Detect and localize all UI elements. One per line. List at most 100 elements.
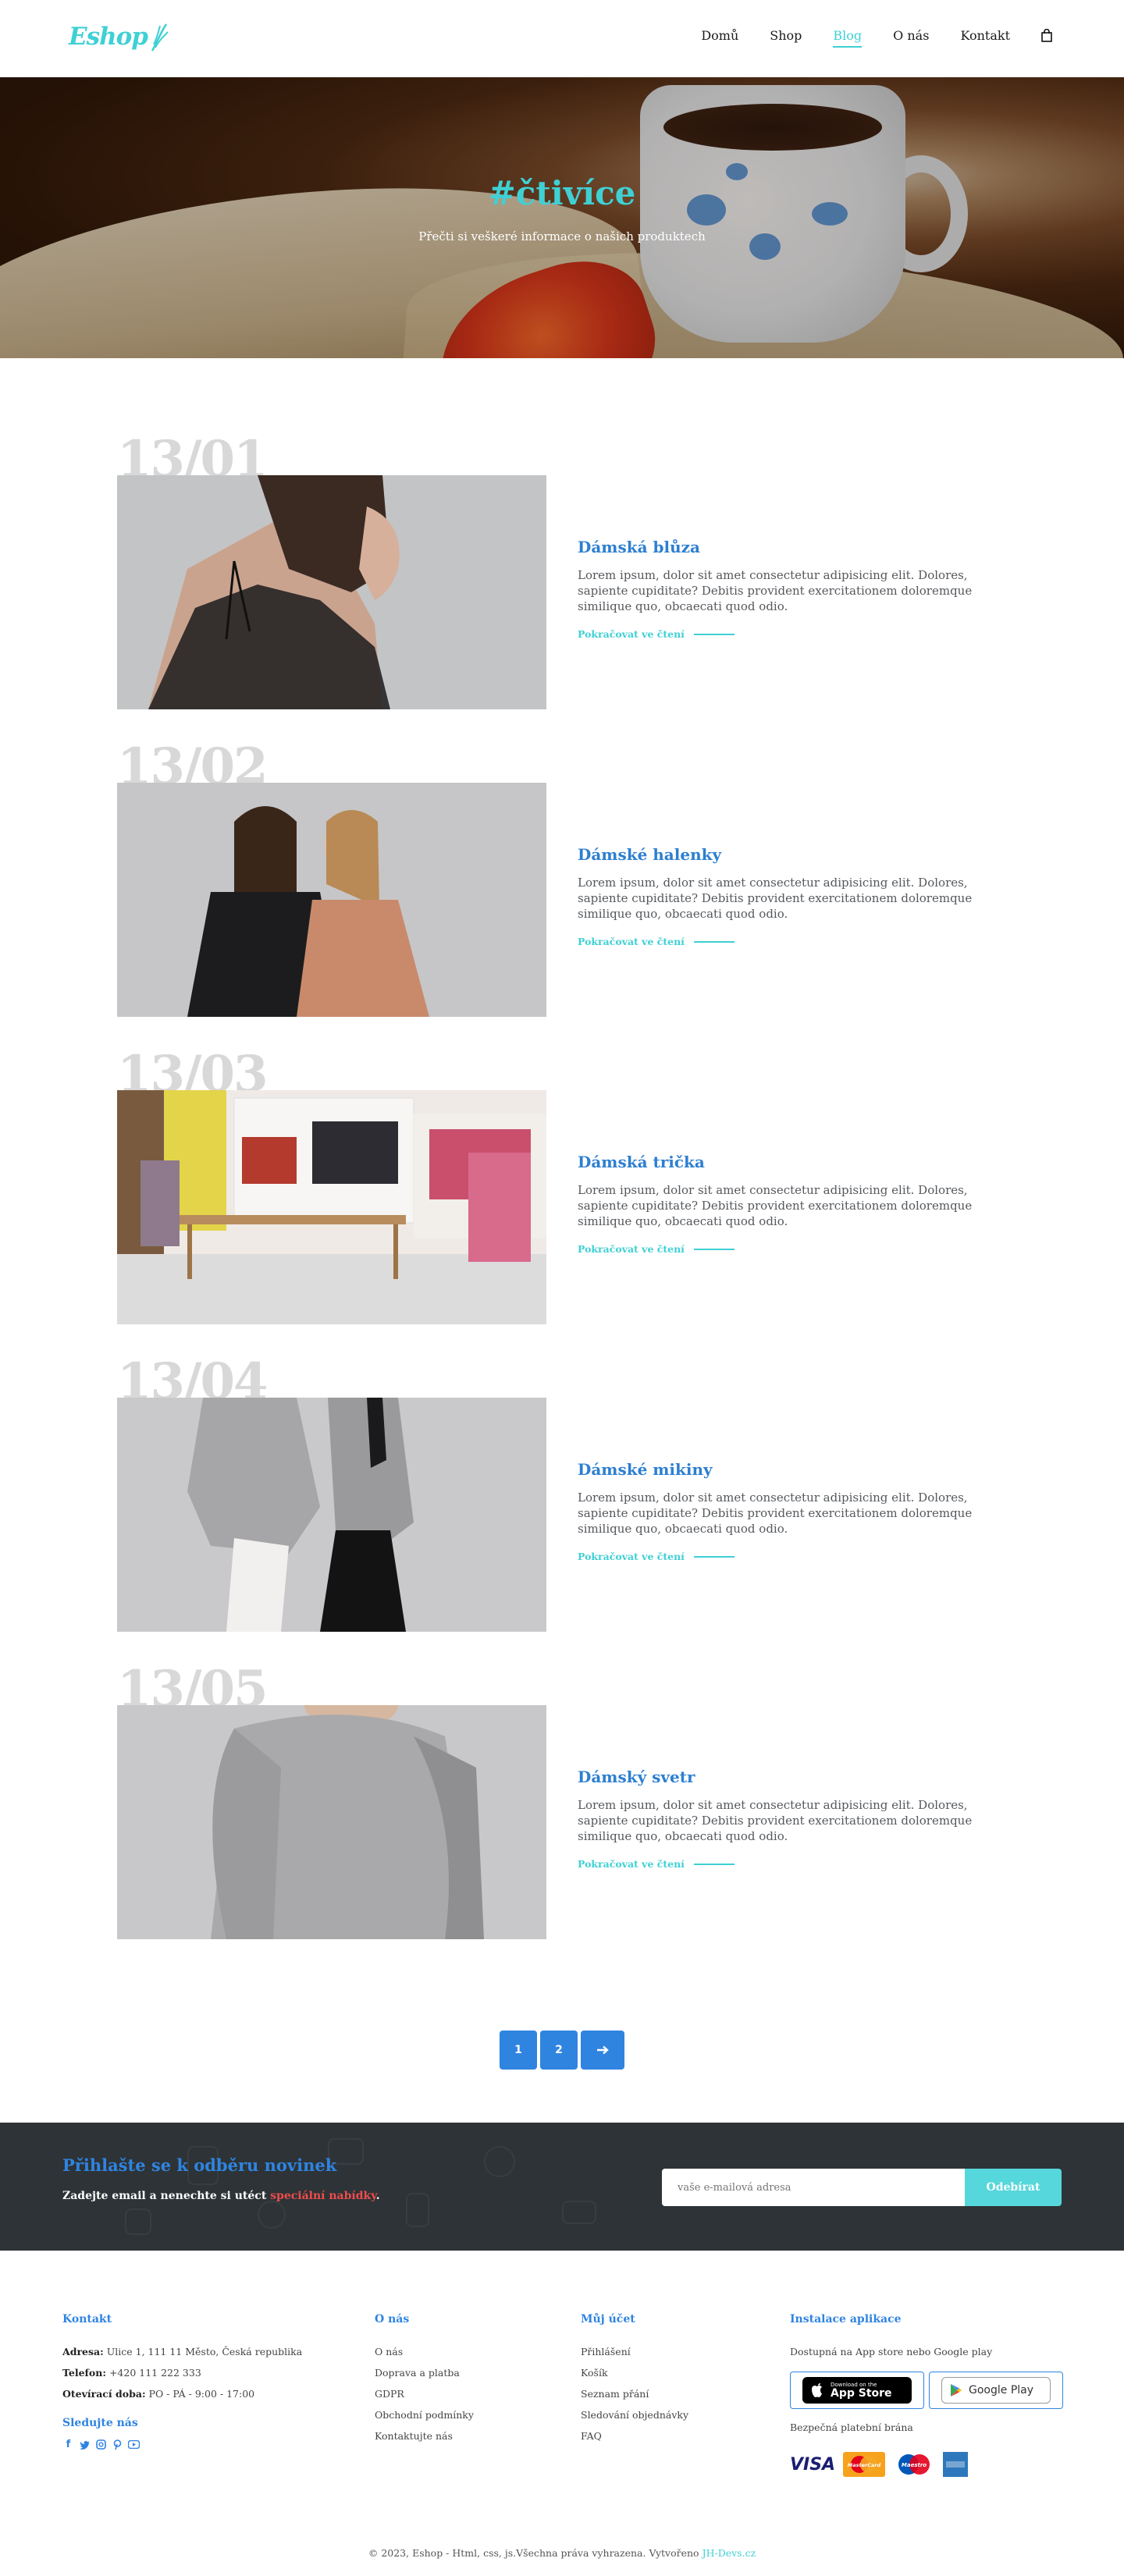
youtube-icon[interactable] <box>128 2439 140 2450</box>
app-store-button[interactable]: Download on the App Store <box>790 2372 924 2409</box>
read-more-label: Pokračovat ve čtení <box>578 936 685 947</box>
footer-link[interactable]: GDPR <box>375 2383 474 2404</box>
read-more-link[interactable]: Pokračovat ve čtení <box>578 1551 999 1562</box>
footer-link[interactable]: Košík <box>581 2362 688 2383</box>
logo[interactable]: Eshop <box>69 17 169 56</box>
amex-logo <box>943 2452 969 2477</box>
blog-post: 13/04 Dámské mikiny Lorem ipsum, dolor s… <box>117 1357 1015 1632</box>
app-availability-text: Dostupná na App store nebo Google play <box>790 2346 993 2357</box>
footer-link[interactable]: Kontaktujte nás <box>375 2425 474 2446</box>
read-more-link[interactable]: Pokračovat ve čtení <box>578 1243 999 1255</box>
payment-label: Bezpečná platební brána <box>790 2421 913 2433</box>
newsletter-email-input[interactable] <box>662 2169 965 2206</box>
contact-phone: Telefon: +420 111 222 333 <box>62 2362 302 2383</box>
copyright-text: © 2023, Eshop - Html, css, js.Všechna pr… <box>368 2547 702 2559</box>
google-play-icon <box>951 2384 962 2397</box>
social-links: f <box>62 2439 302 2450</box>
newsletter-title: Přihlašte se k odběru novinek <box>62 2155 337 2175</box>
newsletter-subtitle-text: Zadejte email a nenechte si utéct <box>62 2190 271 2202</box>
address-value: Ulice 1, 111 11 Město, Česká republika <box>106 2346 303 2357</box>
site-header: Eshop Domů Shop Blog O nás Kontakt <box>0 0 1124 77</box>
read-more-link[interactable]: Pokračovat ve čtení <box>578 936 999 947</box>
google-play-text: Google Play <box>969 2384 1034 2397</box>
google-play-badge: Google Play <box>941 2377 1051 2404</box>
post-text: Dámské mikiny Lorem ipsum, dolor sit ame… <box>578 1460 999 1562</box>
contact-address: Adresa: Ulice 1, 111 11 Město, Česká rep… <box>62 2341 302 2362</box>
apple-icon <box>812 2383 822 2397</box>
footer-link[interactable]: Přihlášení <box>581 2341 688 2362</box>
footer-account-heading: Můj účet <box>581 2313 635 2326</box>
footer-link[interactable]: Doprava a platba <box>375 2362 474 2383</box>
shopping-bag-icon[interactable] <box>1041 28 1052 42</box>
address-label: Adresa: <box>62 2346 104 2357</box>
post-image[interactable] <box>117 1398 546 1632</box>
post-excerpt: Lorem ipsum, dolor sit amet consectetur … <box>578 568 973 613</box>
read-more-label: Pokračovat ve čtení <box>578 1243 685 1255</box>
post-image[interactable] <box>117 1090 546 1324</box>
post-image[interactable] <box>117 1705 546 1939</box>
pattern-decoration <box>484 2146 515 2177</box>
hero-title: #čtivíce <box>488 174 636 212</box>
mastercard-logo: MasterCard <box>843 2452 886 2477</box>
page-1-button[interactable]: 1 <box>500 2031 537 2070</box>
arrow-right-icon <box>597 2045 609 2055</box>
hours-label: Otevírací doba: <box>62 2388 146 2400</box>
phone-label: Telefon: <box>62 2367 106 2379</box>
blog-post: 13/02 Dámské halenky Lorem ipsum, dolor … <box>117 742 1015 1017</box>
instagram-icon[interactable] <box>95 2439 107 2450</box>
footer-account: Můj účet Přihlášení Košík Seznam přání S… <box>581 2313 688 2446</box>
post-text: Dámské halenky Lorem ipsum, dolor sit am… <box>578 845 999 947</box>
footer-link[interactable]: O nás <box>375 2341 474 2362</box>
footer-link[interactable]: FAQ <box>581 2425 688 2446</box>
phone-value[interactable]: +420 111 222 333 <box>109 2367 201 2379</box>
svg-text:Maestro: Maestro <box>902 2462 927 2468</box>
page-2-button[interactable]: 2 <box>540 2031 578 2070</box>
post-title[interactable]: Dámská trička <box>578 1153 999 1171</box>
nav-home[interactable]: Domů <box>701 28 738 43</box>
read-more-label: Pokračovat ve čtení <box>578 628 685 640</box>
post-title[interactable]: Dámské halenky <box>578 845 999 864</box>
newsletter-section: Přihlašte se k odběru novinek Zadejte em… <box>0 2123 1124 2251</box>
post-image[interactable] <box>117 475 546 709</box>
nav-blog[interactable]: Blog <box>833 28 862 48</box>
newsletter-subtitle-end: . <box>375 2190 380 2202</box>
blog-post: 13/03 Dámská trička Lorem ipsum, dolor s… <box>117 1050 1015 1324</box>
post-title[interactable]: Dámská blůza <box>578 538 999 556</box>
author-link[interactable]: JH-Devs.cz <box>702 2547 756 2559</box>
blog-post: 13/05 Dámský svetr Lorem ipsum, dolor si… <box>117 1665 1015 1939</box>
nav-shop[interactable]: Shop <box>770 28 802 43</box>
pattern-decoration <box>562 2201 596 2224</box>
footer-about-heading: O nás <box>375 2313 410 2326</box>
hero-overlay <box>0 77 1124 358</box>
wing-logo-icon <box>151 23 169 52</box>
hours-value: PO - PÁ - 9:00 - 17:00 <box>148 2388 255 2400</box>
nav-about[interactable]: O nás <box>893 28 929 43</box>
footer-link[interactable]: Obchodní podmínky <box>375 2404 474 2425</box>
footer-link[interactable]: Sledování objednávky <box>581 2404 688 2425</box>
read-more-label: Pokračovat ve čtení <box>578 1551 685 1562</box>
read-more-line <box>693 633 735 635</box>
read-more-link[interactable]: Pokračovat ve čtení <box>578 1858 999 1870</box>
post-title[interactable]: Dámský svetr <box>578 1768 999 1786</box>
footer-contact: Kontakt Adresa: Ulice 1, 111 11 Město, Č… <box>62 2313 302 2450</box>
twitter-icon[interactable] <box>79 2439 91 2450</box>
facebook-icon[interactable]: f <box>62 2439 74 2450</box>
pinterest-icon[interactable] <box>112 2439 123 2450</box>
pattern-decoration <box>406 2193 429 2227</box>
next-page-button[interactable] <box>581 2031 624 2070</box>
post-text: Dámský svetr Lorem ipsum, dolor sit amet… <box>578 1768 999 1870</box>
read-more-line <box>693 1863 735 1865</box>
read-more-link[interactable]: Pokračovat ve čtení <box>578 628 999 640</box>
post-text: Dámská blůza Lorem ipsum, dolor sit amet… <box>578 538 999 640</box>
post-image[interactable] <box>117 783 546 1017</box>
footer-link[interactable]: Seznam přání <box>581 2383 688 2404</box>
subscribe-button[interactable]: Odebírat <box>965 2169 1062 2206</box>
newsletter-subtitle: Zadejte email a nenechte si utéct speciá… <box>62 2190 380 2202</box>
post-title[interactable]: Dámské mikiny <box>578 1460 999 1479</box>
google-play-button[interactable]: Google Play <box>929 2372 1063 2409</box>
main-nav: Domů Shop Blog O nás Kontakt <box>670 28 1052 48</box>
svg-text:MasterCard: MasterCard <box>848 2462 881 2468</box>
maestro-logo: Maestro <box>898 2454 930 2475</box>
post-excerpt: Lorem ipsum, dolor sit amet consectetur … <box>578 1491 973 1536</box>
nav-contact[interactable]: Kontakt <box>960 28 1010 43</box>
